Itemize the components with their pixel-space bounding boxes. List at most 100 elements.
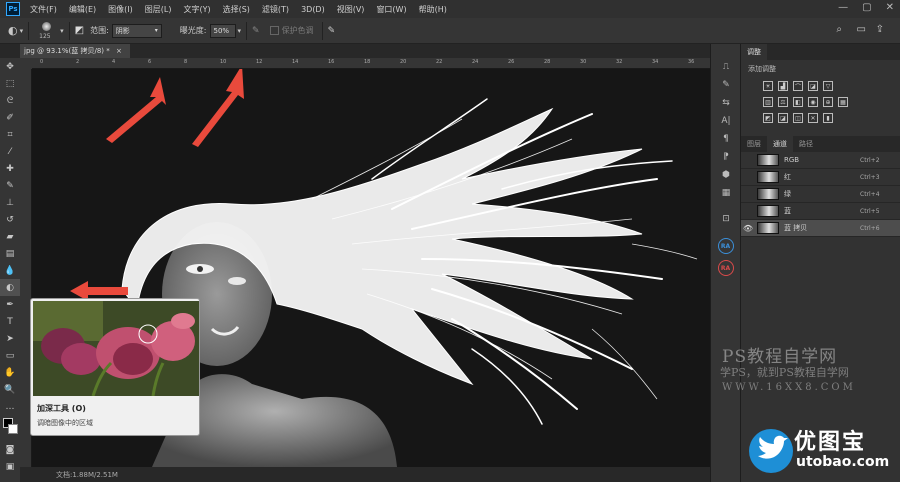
document-tab-title: jpg @ 93.1%(蓝 拷贝/8) *	[24, 47, 110, 55]
character-icon[interactable]: A|	[711, 112, 741, 130]
brush-dropdown-icon[interactable]: ▾	[60, 27, 64, 35]
tab-paths[interactable]: 路径	[793, 136, 819, 152]
tab-close-icon[interactable]: ×	[116, 47, 122, 55]
channel-row[interactable]: RGB Ctrl+2	[741, 152, 900, 169]
search-icon[interactable]: ⌕	[836, 24, 842, 35]
share-icon[interactable]: ⇪	[876, 24, 884, 35]
libraries-icon[interactable]: ▦	[711, 184, 741, 202]
channel-row[interactable]: 红 Ctrl+3	[741, 169, 900, 186]
gradient-map-icon[interactable]: ▮	[823, 113, 833, 123]
menu-layer[interactable]: 图层(L)	[139, 4, 178, 15]
crop-tool-icon[interactable]: ⌗	[0, 126, 20, 143]
menu-type[interactable]: 文字(Y)	[177, 4, 216, 15]
protect-tones-checkbox[interactable]	[269, 26, 279, 35]
ra-plugin-icon-blue[interactable]: RA	[717, 238, 734, 254]
threshold-icon[interactable]: ◫	[793, 113, 803, 123]
glyphs-icon[interactable]: ⁋	[711, 148, 741, 166]
burn-tool-preset-icon[interactable]: ◐	[8, 24, 18, 37]
paragraph-icon[interactable]: ¶	[711, 130, 741, 148]
invert-icon[interactable]: ◩	[763, 113, 773, 123]
exposure-adj-icon[interactable]: ◪	[808, 81, 818, 91]
screen-mode-icon[interactable]: ▣	[0, 458, 20, 475]
lasso-tool-icon[interactable]: ᘓ	[0, 92, 20, 109]
color-balance-icon[interactable]: ⚖	[778, 97, 788, 107]
tab-channels[interactable]: 通道	[767, 136, 793, 152]
brightness-icon[interactable]: ☀	[763, 81, 773, 91]
ra-plugin-icon-red[interactable]: RA	[717, 260, 734, 276]
exposure-field[interactable]: 50%	[209, 23, 236, 38]
watermark-url: WWW.16XX8.COM	[722, 382, 856, 393]
channel-row[interactable]: 蓝 Ctrl+5	[741, 203, 900, 220]
channel-row[interactable]: 绿 Ctrl+4	[741, 186, 900, 203]
healing-brush-tool-icon[interactable]: ✚	[0, 160, 20, 177]
eraser-tool-icon[interactable]: ▰	[0, 228, 20, 245]
menu-3d[interactable]: 3D(D)	[295, 5, 331, 14]
menu-edit[interactable]: 编辑(E)	[63, 4, 102, 15]
pressure-icon[interactable]: ✎	[328, 26, 336, 36]
ruler-tick-label: 28	[544, 59, 551, 65]
close-icon[interactable]: ✕	[886, 2, 894, 13]
levels-icon[interactable]: ▟	[778, 81, 788, 91]
history-brush-tool-icon[interactable]: ↺	[0, 211, 20, 228]
eye-icon[interactable]: 👁	[741, 224, 755, 233]
3d-icon[interactable]: ⬢	[711, 166, 741, 184]
type-tool-icon[interactable]: T	[0, 313, 20, 330]
brush-settings-icon[interactable]: ◩	[75, 25, 84, 36]
menu-window[interactable]: 窗口(W)	[370, 4, 412, 15]
menu-select[interactable]: 选择(S)	[217, 4, 256, 15]
quick-mask-icon[interactable]: ◙	[0, 441, 20, 458]
menu-help[interactable]: 帮助(H)	[413, 4, 453, 15]
clone-stamp-tool-icon[interactable]: ⊥	[0, 194, 20, 211]
document-tab[interactable]: jpg @ 93.1%(蓝 拷贝/8) * ×	[20, 44, 130, 58]
ruler-tick-label: 2	[76, 59, 80, 65]
color-swatches[interactable]	[0, 415, 20, 441]
photo-filter-icon[interactable]: ◉	[808, 97, 818, 107]
channel-row-selected[interactable]: 👁 蓝 拷贝 Ctrl+6	[741, 220, 900, 237]
pen-tool-icon[interactable]: ✒	[0, 296, 20, 313]
blur-tool-icon[interactable]: 💧	[0, 262, 20, 279]
logo-chinese-name: 优图宝	[794, 430, 867, 455]
ruler-tick-label: 8	[184, 59, 188, 65]
burn-tool-icon[interactable]: ◐	[0, 279, 20, 296]
properties-icon[interactable]: ⇆	[711, 94, 741, 112]
posterize-icon[interactable]: ◪	[778, 113, 788, 123]
tool-presets-icon[interactable]: ⊡	[711, 210, 741, 228]
menu-view[interactable]: 视图(V)	[331, 4, 371, 15]
menu-file[interactable]: 文件(F)	[24, 4, 63, 15]
path-select-tool-icon[interactable]: ➤	[0, 330, 20, 347]
exposure-dropdown-icon[interactable]: ▾	[238, 27, 242, 35]
hue-saturation-icon[interactable]: ▥	[763, 97, 773, 107]
black-white-icon[interactable]: ◧	[793, 97, 803, 107]
color-lookup-icon[interactable]: ▦	[838, 97, 848, 107]
channel-mixer-icon[interactable]: ⊕	[823, 97, 833, 107]
tab-layers[interactable]: 图层	[741, 136, 767, 152]
quick-select-tool-icon[interactable]: ✐	[0, 109, 20, 126]
hand-tool-icon[interactable]: ✋	[0, 364, 20, 381]
marquee-tool-icon[interactable]: ⬚	[0, 75, 20, 92]
range-select[interactable]: 阴影 ▾	[111, 23, 162, 38]
menu-filter[interactable]: 滤镜(T)	[256, 4, 295, 15]
rectangle-tool-icon[interactable]: ▭	[0, 347, 20, 364]
more-tools-icon[interactable]: …	[0, 398, 20, 415]
minimize-icon[interactable]: —	[838, 2, 848, 13]
airbrush-icon[interactable]: ✎	[252, 26, 260, 36]
restore-icon[interactable]: ▢	[862, 2, 871, 13]
move-tool-icon[interactable]: ✥	[0, 58, 20, 75]
exposure-label: 曝光度:	[179, 26, 207, 35]
workspace-icon[interactable]: ▭	[857, 24, 866, 35]
history-icon[interactable]: ⎍	[711, 58, 741, 76]
brush-tool-icon[interactable]: ✎	[0, 177, 20, 194]
gradient-tool-icon[interactable]: ▤	[0, 245, 20, 262]
brush-size-picker[interactable]: 125	[34, 20, 60, 42]
curves-icon[interactable]: ⌒	[793, 81, 803, 91]
channel-list: RGB Ctrl+2 红 Ctrl+3 绿 Ctrl+4 蓝 Ctrl+5 👁 …	[741, 152, 900, 237]
selective-color-icon[interactable]: ✕	[808, 113, 818, 123]
ruler-tick-label: 10	[220, 59, 227, 65]
eyedropper-tool-icon[interactable]: ⁄	[0, 143, 20, 160]
tab-adjustments[interactable]: 调整	[741, 44, 767, 60]
vibrance-icon[interactable]: ▽	[823, 81, 833, 91]
preset-dropdown-icon[interactable]: ▾	[20, 27, 24, 35]
zoom-tool-icon[interactable]: 🔍	[0, 381, 20, 398]
brush-settings-panel-icon[interactable]: ✎	[711, 76, 741, 94]
menu-image[interactable]: 图像(I)	[102, 4, 139, 15]
